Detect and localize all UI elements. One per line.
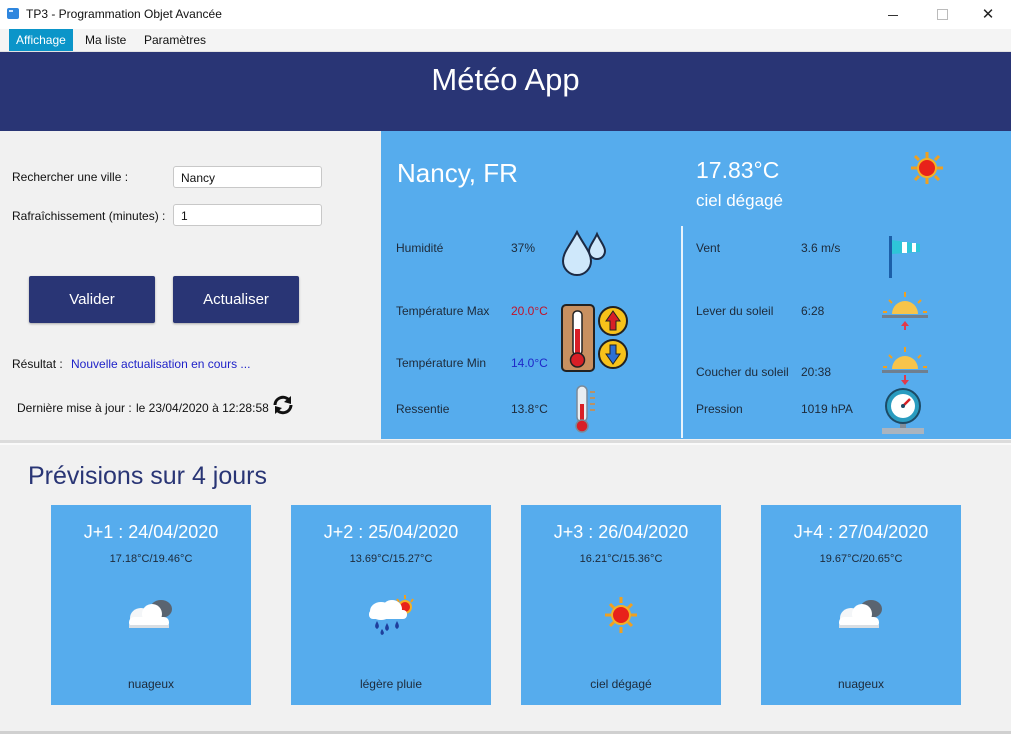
- forecast-date: J+2 : 25/04/2020: [323, 522, 459, 542]
- forecast-description: légère pluie: [359, 677, 423, 691]
- pressure-value: 1019 hPA: [801, 402, 853, 416]
- forecast-date: J+1 : 24/04/2020: [83, 522, 219, 542]
- app-icon: [7, 8, 19, 19]
- forecast-description: nuageux: [837, 677, 885, 691]
- cloud-icon: [831, 593, 891, 637]
- forecast-date: J+3 : 26/04/2020: [553, 522, 689, 542]
- forecast-card-3: J+3 : 26/04/2020 16.21°C/15.36°C ciel dé…: [521, 505, 721, 705]
- search-label: Rechercher une ville :: [12, 170, 129, 184]
- sunset-value: 20:38: [801, 365, 832, 379]
- sunset-label: Coucher du soleil: [696, 365, 789, 379]
- forecast-range: 17.18°C/19.46°C: [109, 553, 193, 565]
- thermometer-max-min-icon: [560, 303, 632, 373]
- refresh-label: Rafraîchissement (minutes) :: [12, 209, 166, 223]
- temp-max-label: Température Max: [396, 304, 490, 318]
- refresh-icon[interactable]: [271, 393, 295, 417]
- temp-max-value: 20.0°C: [511, 304, 548, 318]
- forecast-card-2: J+2 : 25/04/2020 13.69°C/15.27°C légère …: [291, 505, 491, 705]
- windsock-icon: [884, 234, 924, 280]
- refresh-button[interactable]: Actualiser: [173, 276, 299, 323]
- menu-affichage[interactable]: Affichage: [9, 29, 73, 51]
- sunset-icon: [880, 345, 930, 387]
- pressure-label: Pression: [696, 402, 743, 416]
- humidity-drops-icon: [559, 228, 609, 278]
- forecast-card-4: J+4 : 27/04/2020 19.67°C/20.65°C nuageux: [761, 505, 961, 705]
- feels-like-label: Ressentie: [396, 402, 450, 416]
- window-title: TP3 - Programmation Objet Avancée: [26, 7, 222, 21]
- rain-icon: [361, 593, 421, 637]
- refresh-interval-input[interactable]: 1: [173, 204, 322, 226]
- temp-min-value: 14.0°C: [511, 356, 548, 370]
- forecast-description: nuageux: [127, 677, 175, 691]
- temp-min-label: Température Min: [396, 356, 487, 370]
- feels-like-value: 13.8°C: [511, 402, 548, 416]
- result-label: Résultat :: [12, 357, 63, 371]
- last-update-value: le 23/04/2020 à 12:28:58: [136, 401, 269, 415]
- city-name: Nancy, FR: [397, 158, 518, 188]
- section-separator-highlight: [0, 443, 1011, 445]
- cloud-icon: [121, 593, 181, 637]
- forecast-range: 19.67°C/20.65°C: [819, 553, 903, 565]
- sun-icon: [591, 593, 651, 637]
- minimize-button[interactable]: [870, 0, 916, 29]
- forecast-range: 13.69°C/15.27°C: [349, 553, 433, 565]
- sun-icon: [909, 150, 945, 186]
- city-search-input[interactable]: Nancy: [173, 166, 322, 188]
- thermometer-icon: [570, 384, 600, 434]
- humidity-value: 37%: [511, 241, 536, 255]
- forecast-range: 16.21°C/15.36°C: [579, 553, 663, 565]
- app-title: Météo App: [431, 62, 580, 97]
- sunrise-label: Lever du soleil: [696, 304, 774, 318]
- sunrise-icon: [880, 290, 930, 332]
- result-text: Nouvelle actualisation en cours ...: [71, 357, 251, 371]
- forecast-date: J+4 : 27/04/2020: [793, 522, 929, 542]
- last-update-label: Dernière mise à jour :: [17, 401, 132, 415]
- menu-parametres[interactable]: Paramètres: [137, 29, 213, 51]
- current-temperature: 17.83°C: [696, 157, 780, 183]
- wind-label: Vent: [696, 241, 721, 255]
- wind-value: 3.6 m/s: [801, 241, 841, 255]
- pressure-gauge-icon: [880, 386, 926, 438]
- current-description: ciel dégagé: [696, 191, 783, 210]
- menu-ma-liste[interactable]: Ma liste: [78, 29, 133, 51]
- maximize-button[interactable]: [918, 0, 964, 29]
- panel-divider: [681, 226, 683, 438]
- forecast-title: Prévisions sur 4 jours: [28, 462, 267, 490]
- humidity-label: Humidité: [396, 241, 444, 255]
- forecast-card-1: J+1 : 24/04/2020 17.18°C/19.46°C nuageux: [51, 505, 251, 705]
- sunrise-value: 6:28: [801, 304, 825, 318]
- forecast-description: ciel dégagé: [590, 677, 652, 691]
- close-button[interactable]: ✕: [965, 0, 1011, 29]
- validate-button[interactable]: Valider: [29, 276, 155, 323]
